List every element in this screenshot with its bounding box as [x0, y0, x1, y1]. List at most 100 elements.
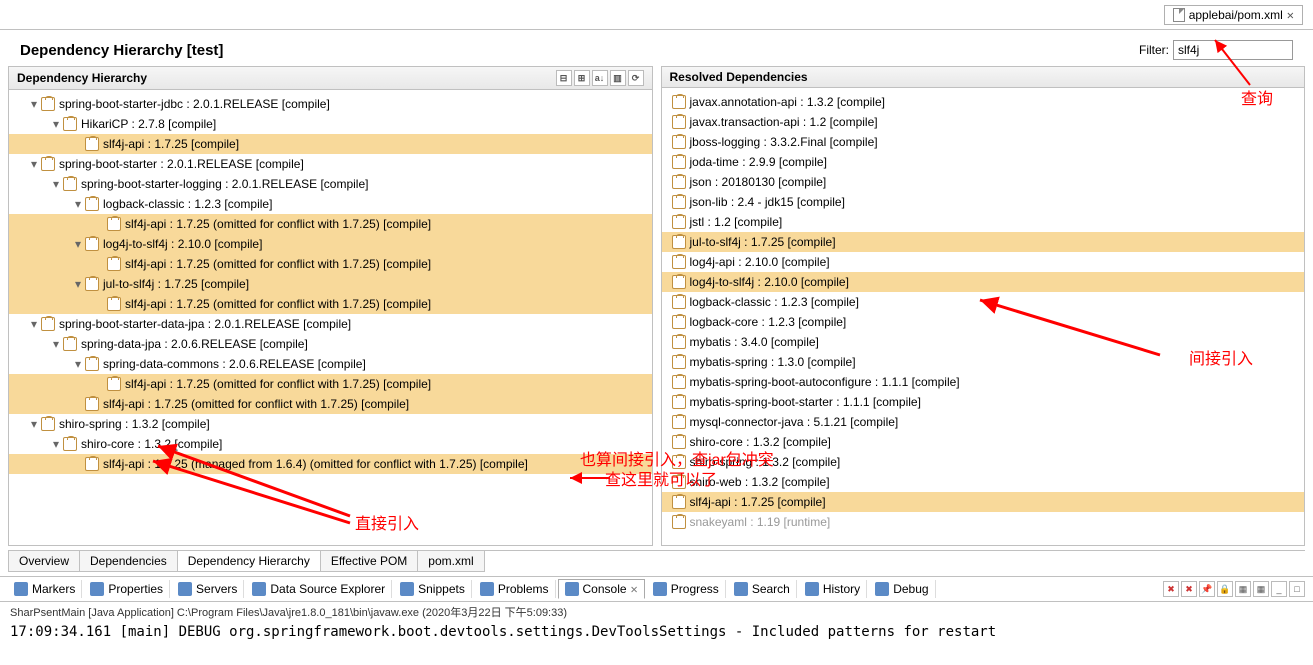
dependency-label: HikariCP : 2.7.8 [compile] [81, 117, 216, 131]
tree-row[interactable]: slf4j-api : 1.7.25 (omitted for conflict… [9, 214, 652, 234]
list-item[interactable]: snakeyaml : 1.19 [runtime] [662, 512, 1305, 532]
resolved-list[interactable]: javax.annotation-api : 1.3.2 [compile] ja… [662, 88, 1305, 545]
twisty-icon[interactable]: ▾ [27, 157, 41, 171]
twisty-icon[interactable]: ▾ [71, 237, 85, 251]
tab-dependency-hierarchy[interactable]: Dependency Hierarchy [177, 551, 321, 572]
tree-row[interactable]: ▾log4j-to-slf4j : 2.10.0 [compile] [9, 234, 652, 254]
tree-row[interactable]: ▾logback-classic : 1.2.3 [compile] [9, 194, 652, 214]
jar-icon [672, 155, 686, 169]
dependency-label: shiro-core : 1.3.2 [compile] [81, 437, 222, 451]
pin-icon[interactable]: 📌 [1199, 581, 1215, 597]
refresh-icon[interactable]: ⟳ [628, 70, 644, 86]
scroll-lock-icon[interactable]: 🔒 [1217, 581, 1233, 597]
jar-icon [672, 195, 686, 209]
twisty-icon[interactable]: ▾ [49, 177, 63, 191]
dependency-label: log4j-to-slf4j : 2.10.0 [compile] [690, 275, 849, 289]
list-item[interactable]: shiro-web : 1.3.2 [compile] [662, 472, 1305, 492]
tree-row[interactable]: ▾shiro-spring : 1.3.2 [compile] [9, 414, 652, 434]
list-item[interactable]: logback-core : 1.2.3 [compile] [662, 312, 1305, 332]
list-item[interactable]: jstl : 1.2 [compile] [662, 212, 1305, 232]
list-item[interactable]: mybatis-spring-boot-autoconfigure : 1.1.… [662, 372, 1305, 392]
tab-effective-pom[interactable]: Effective POM [320, 551, 418, 572]
remove-all-icon[interactable]: ✖ [1181, 581, 1197, 597]
tree-row[interactable]: ▾ shiro-core : 1.3.2 [compile] [9, 434, 652, 454]
list-item[interactable]: mybatis : 3.4.0 [compile] [662, 332, 1305, 352]
twisty-icon[interactable]: ▾ [27, 417, 41, 431]
view-properties[interactable]: Properties [84, 580, 170, 598]
tree-row[interactable]: slf4j-api : 1.7.25 (managed from 1.6.4) … [9, 454, 652, 474]
view-debug[interactable]: Debug [869, 580, 935, 598]
twisty-icon[interactable]: ▾ [71, 197, 85, 211]
tab-dependencies[interactable]: Dependencies [79, 551, 178, 572]
list-item[interactable]: shiro-spring : 1.3.2 [compile] [662, 452, 1305, 472]
tree-row[interactable]: slf4j-api : 1.7.25 (omitted for conflict… [9, 394, 652, 414]
view-problems[interactable]: Problems [474, 580, 556, 598]
tree-row[interactable]: ▾jul-to-slf4j : 1.7.25 [compile] [9, 274, 652, 294]
list-item[interactable]: slf4j-api : 1.7.25 [compile] [662, 492, 1305, 512]
dependency-label: mybatis-spring : 1.3.0 [compile] [690, 355, 856, 369]
editor-tab[interactable]: applebai/pom.xml ✕ [1164, 5, 1303, 25]
list-item[interactable]: log4j-api : 2.10.0 [compile] [662, 252, 1305, 272]
tree-row[interactable]: ▾ spring-boot-starter-logging : 2.0.1.REL… [9, 174, 652, 194]
collapse-all-icon[interactable]: ⊟ [556, 70, 572, 86]
list-item[interactable]: json-lib : 2.4 - jdk15 [compile] [662, 192, 1305, 212]
tab-overview[interactable]: Overview [8, 551, 80, 572]
dependency-label: spring-boot-starter-logging : 2.0.1.RELE… [81, 177, 368, 191]
tree-row[interactable]: ▾spring-boot-starter-data-jpa : 2.0.1.RE… [9, 314, 652, 334]
dependency-label: javax.transaction-api : 1.2 [compile] [690, 115, 878, 129]
twisty-icon[interactable]: ▾ [27, 97, 41, 111]
tree-row[interactable]: slf4j-api : 1.7.25 (omitted for conflict… [9, 254, 652, 274]
filter-input[interactable] [1173, 40, 1293, 60]
jar-icon [63, 437, 77, 451]
list-item[interactable]: mybatis-spring-boot-starter : 1.1.1 [com… [662, 392, 1305, 412]
view-snippets[interactable]: Snippets [394, 580, 472, 598]
sort-icon[interactable]: a↓ [592, 70, 608, 86]
list-item[interactable]: javax.annotation-api : 1.3.2 [compile] [662, 92, 1305, 112]
close-icon[interactable]: ✕ [1287, 8, 1294, 22]
remove-icon[interactable]: ✖ [1163, 581, 1179, 597]
search-icon [734, 582, 748, 596]
expand-all-icon[interactable]: ⊞ [574, 70, 590, 86]
tab-pom.xml[interactable]: pom.xml [417, 551, 484, 572]
view-console[interactable]: Console✕ [558, 579, 645, 599]
view-servers[interactable]: Servers [172, 580, 244, 598]
view-data-source-explorer[interactable]: Data Source Explorer [246, 580, 392, 598]
tree-row[interactable]: ▾spring-boot-starter-jdbc : 2.0.1.RELEAS… [9, 94, 652, 114]
list-item[interactable]: mybatis-spring : 1.3.0 [compile] [662, 352, 1305, 372]
dependency-tree[interactable]: ▾spring-boot-starter-jdbc : 2.0.1.RELEAS… [9, 90, 652, 545]
filter-icon[interactable]: ▥ [610, 70, 626, 86]
list-item[interactable]: joda-time : 2.9.9 [compile] [662, 152, 1305, 172]
tree-row[interactable]: ▾ HikariCP : 2.7.8 [compile] [9, 114, 652, 134]
twisty-icon[interactable]: ▾ [49, 337, 63, 351]
view-markers[interactable]: Markers [8, 580, 82, 598]
twisty-icon[interactable]: ▾ [71, 277, 85, 291]
list-item[interactable]: log4j-to-slf4j : 2.10.0 [compile] [662, 272, 1305, 292]
list-item[interactable]: json : 20180130 [compile] [662, 172, 1305, 192]
minimize-icon[interactable]: _ [1271, 581, 1287, 597]
open-console-icon[interactable]: ▦ [1253, 581, 1269, 597]
tree-row[interactable]: ▾spring-data-jpa : 2.0.6.RELEASE [compil… [9, 334, 652, 354]
view-history[interactable]: History [799, 580, 867, 598]
tree-row[interactable]: ▾spring-data-commons : 2.0.6.RELEASE [co… [9, 354, 652, 374]
maximize-icon[interactable]: □ [1289, 581, 1305, 597]
list-item[interactable]: jboss-logging : 3.3.2.Final [compile] [662, 132, 1305, 152]
twisty-icon[interactable]: ▾ [49, 117, 63, 131]
show-console-icon[interactable]: ▦ [1235, 581, 1251, 597]
view-search[interactable]: Search [728, 580, 797, 598]
list-item[interactable]: javax.transaction-api : 1.2 [compile] [662, 112, 1305, 132]
twisty-icon[interactable]: ▾ [27, 317, 41, 331]
tree-row[interactable]: ▾spring-boot-starter : 2.0.1.RELEASE [co… [9, 154, 652, 174]
list-item[interactable]: jul-to-slf4j : 1.7.25 [compile] [662, 232, 1305, 252]
dependency-label: jboss-logging : 3.3.2.Final [compile] [690, 135, 878, 149]
dependency-label: joda-time : 2.9.9 [compile] [690, 155, 827, 169]
view-progress[interactable]: Progress [647, 580, 726, 598]
list-item[interactable]: shiro-core : 1.3.2 [compile] [662, 432, 1305, 452]
tree-row[interactable]: slf4j-api : 1.7.25 [compile] [9, 134, 652, 154]
twisty-icon[interactable]: ▾ [49, 437, 63, 451]
list-item[interactable]: mysql-connector-java : 5.1.21 [compile] [662, 412, 1305, 432]
tree-row[interactable]: slf4j-api : 1.7.25 (omitted for conflict… [9, 374, 652, 394]
list-item[interactable]: logback-classic : 1.2.3 [compile] [662, 292, 1305, 312]
twisty-icon[interactable]: ▾ [71, 357, 85, 371]
close-icon[interactable]: ✕ [631, 582, 638, 596]
tree-row[interactable]: slf4j-api : 1.7.25 (omitted for conflict… [9, 294, 652, 314]
